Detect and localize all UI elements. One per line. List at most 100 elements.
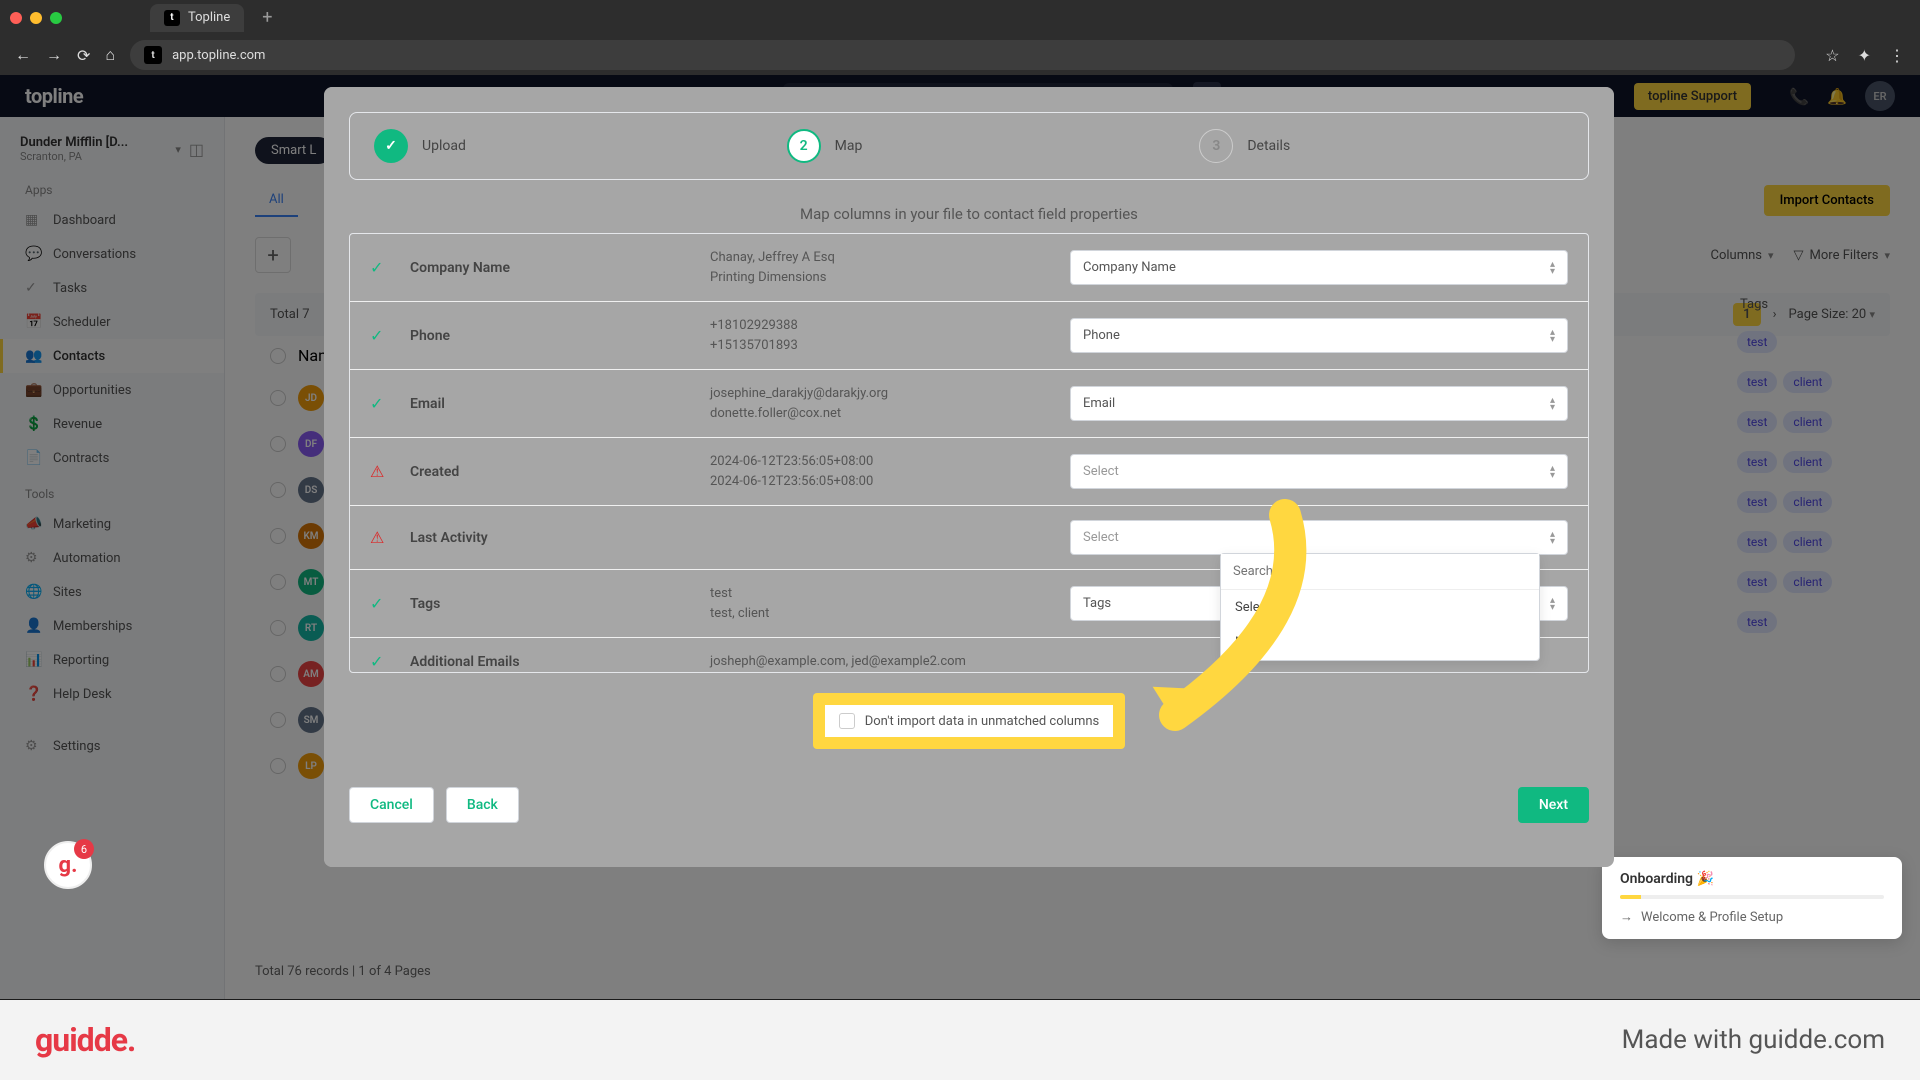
sidebar-item-tasks[interactable]: ✓Tasks	[0, 271, 224, 305]
new-tab-button[interactable]: +	[252, 7, 282, 28]
sidebar-item-conversations[interactable]: 💬Conversations	[0, 237, 224, 271]
user-avatar[interactable]: ER	[1865, 81, 1895, 111]
tag-chip[interactable]: client	[1783, 531, 1832, 553]
tag-chip[interactable]: client	[1783, 411, 1832, 433]
org-switcher[interactable]: Dunder Mifflin [D... Scranton, PA ▾ ◫	[0, 127, 224, 171]
tag-chip[interactable]: test	[1737, 411, 1777, 433]
columns-toggle[interactable]: Columns ▾	[1711, 248, 1774, 263]
tag-chip[interactable]: test	[1737, 611, 1777, 633]
field-select[interactable]: Company Name▴▾	[1070, 250, 1568, 285]
unmatched-checkbox-row[interactable]: Don't import data in unmatched columns	[825, 705, 1114, 737]
bell-icon[interactable]: 🔔	[1827, 87, 1847, 106]
star-icon[interactable]: ☆	[1825, 46, 1839, 65]
avatar: DS	[298, 477, 324, 503]
field-select[interactable]: Select▴▾	[1070, 454, 1568, 489]
sidebar-item-contacts[interactable]: 👥Contacts	[0, 339, 224, 373]
tag-chip[interactable]: test	[1737, 451, 1777, 473]
onboarding-widget[interactable]: Onboarding 🎉 → Welcome & Profile Setup	[1602, 857, 1902, 939]
field-select[interactable]: Select▴▾	[1070, 520, 1568, 555]
tag-chip[interactable]: client	[1783, 451, 1832, 473]
forward-icon[interactable]: →	[46, 45, 62, 65]
column-name: Created	[410, 464, 690, 480]
more-filters[interactable]: ▽ More Filters ▾	[1794, 248, 1890, 263]
sidebar: Dunder Mifflin [D... Scranton, PA ▾ ◫ Ap…	[0, 117, 225, 999]
onboarding-title: Onboarding 🎉	[1620, 871, 1884, 887]
sidebar-item-dashboard[interactable]: ▦Dashboard	[0, 203, 224, 237]
column-name: Email	[410, 396, 690, 412]
tags-header: Tags	[1730, 287, 1890, 322]
sort-icon: ▴▾	[1550, 531, 1555, 545]
tag-chip[interactable]: test	[1737, 531, 1777, 553]
tag-chip[interactable]: test	[1737, 371, 1777, 393]
row-checkbox[interactable]	[270, 620, 286, 636]
sidebar-item-automation[interactable]: ⚙Automation	[0, 541, 224, 575]
nav-icon: 💬	[25, 246, 41, 262]
sidebar-item-sites[interactable]: 🌐Sites	[0, 575, 224, 609]
avatar: KM	[298, 523, 324, 549]
tag-cell: test client	[1730, 482, 1890, 522]
row-checkbox[interactable]	[270, 758, 286, 774]
support-button[interactable]: topline Support	[1634, 83, 1751, 110]
maximize-window-icon[interactable]	[50, 12, 62, 24]
menu-icon[interactable]: ⋮	[1889, 46, 1905, 65]
dropdown-option[interactable]: Name	[1221, 625, 1539, 660]
url-bar[interactable]: t app.topline.com	[130, 40, 1795, 70]
sidebar-item-marketing[interactable]: 📣Marketing	[0, 507, 224, 541]
cancel-button[interactable]: Cancel	[349, 787, 434, 823]
browser-tab[interactable]: t Topline	[150, 4, 244, 32]
field-select[interactable]: Phone▴▾	[1070, 318, 1568, 353]
import-contacts-button[interactable]: Import Contacts	[1764, 185, 1890, 216]
tab-all[interactable]: All	[255, 184, 298, 217]
field-select[interactable]: Email▴▾	[1070, 386, 1568, 421]
reload-icon[interactable]: ⟳	[77, 46, 90, 65]
home-icon[interactable]: ⌂	[105, 45, 115, 65]
sidebar-item-scheduler[interactable]: 📅Scheduler	[0, 305, 224, 339]
row-checkbox[interactable]	[270, 528, 286, 544]
nav-icon: ✓	[25, 280, 41, 296]
tag-chip[interactable]: test	[1737, 491, 1777, 513]
avatar: LP	[298, 753, 324, 779]
add-button[interactable]: +	[255, 237, 291, 273]
select-all-checkbox[interactable]	[270, 348, 286, 364]
sidebar-item-help-desk[interactable]: ❓Help Desk	[0, 677, 224, 711]
chevron-down-icon: ▾	[1768, 249, 1774, 262]
row-checkbox[interactable]	[270, 482, 286, 498]
back-button[interactable]: Back	[446, 787, 519, 823]
dropdown-option[interactable]: Select	[1221, 590, 1539, 625]
phone-icon[interactable]: 📞	[1789, 87, 1809, 106]
row-checkbox[interactable]	[270, 390, 286, 406]
row-checkbox[interactable]	[270, 666, 286, 682]
sidebar-item-settings[interactable]: ⚙Settings	[0, 729, 224, 763]
tab-favicon: t	[164, 10, 180, 26]
row-checkbox[interactable]	[270, 574, 286, 590]
back-icon[interactable]: ←	[15, 45, 31, 65]
sidebar-item-revenue[interactable]: 💲Revenue	[0, 407, 224, 441]
guidde-badge[interactable]: g. 6	[44, 841, 92, 889]
checkbox[interactable]	[839, 713, 855, 729]
made-with-label: Made with guidde.com	[1622, 1025, 1885, 1055]
sidebar-item-opportunities[interactable]: 💼Opportunities	[0, 373, 224, 407]
tag-chip[interactable]: test	[1737, 331, 1777, 353]
tag-chip[interactable]: test	[1737, 571, 1777, 593]
extensions-icon[interactable]: ✦	[1858, 46, 1871, 65]
sidebar-item-reporting[interactable]: 📊Reporting	[0, 643, 224, 677]
minimize-window-icon[interactable]	[30, 12, 42, 24]
mapping-row: ✓ Phone +18102929388+15135701893 Phone▴▾	[350, 302, 1588, 370]
smart-pill[interactable]: Smart L	[255, 137, 332, 164]
row-checkbox[interactable]	[270, 712, 286, 728]
nav-icon: 🌐	[25, 584, 41, 600]
dropdown-search-input[interactable]	[1221, 554, 1539, 590]
tag-chip[interactable]: client	[1783, 571, 1832, 593]
close-window-icon[interactable]	[10, 12, 22, 24]
stepper: ✓ Upload 2 Map 3 Details	[349, 112, 1589, 180]
onboarding-step[interactable]: → Welcome & Profile Setup	[1620, 909, 1884, 925]
tag-chip[interactable]: client	[1783, 371, 1832, 393]
tag-cell: test client	[1730, 562, 1890, 602]
row-checkbox[interactable]	[270, 436, 286, 452]
sidebar-item-memberships[interactable]: 👤Memberships	[0, 609, 224, 643]
tag-chip[interactable]: client	[1783, 491, 1832, 513]
panel-toggle-icon[interactable]: ◫	[189, 140, 204, 159]
sidebar-item-contracts[interactable]: 📄Contracts	[0, 441, 224, 475]
next-button[interactable]: Next	[1518, 787, 1589, 823]
sidebar-item-blank[interactable]	[0, 711, 224, 729]
